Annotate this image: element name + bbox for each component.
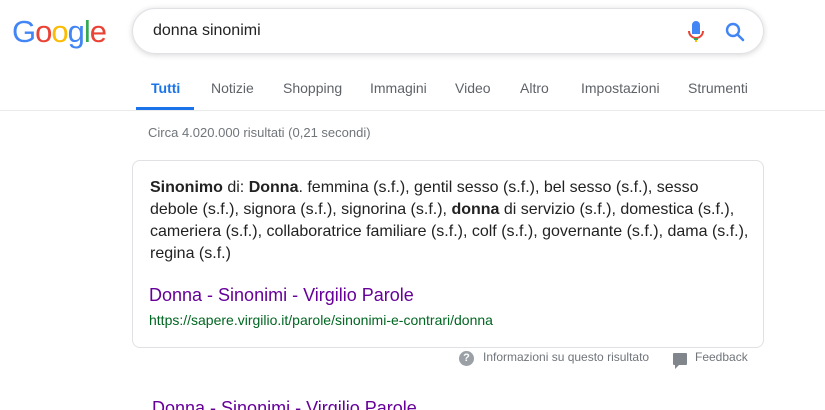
tab-altro[interactable]: Altro — [520, 80, 549, 96]
feedback-link[interactable]: Feedback — [695, 350, 748, 364]
feedback-icon[interactable] — [673, 353, 687, 369]
snippet-bold-term: Sinonimo — [150, 179, 223, 196]
mic-icon[interactable] — [685, 20, 707, 44]
google-logo[interactable]: Google — [12, 14, 107, 50]
result-title-link[interactable]: Donna - Sinonimi - Virgilio Parole — [149, 285, 414, 306]
snippet-text: Sinonimo di: Donna. femmina (s.f.), gent… — [150, 177, 750, 265]
logo-letter: o — [51, 14, 68, 49]
search-input[interactable]: donna sinonimi — [153, 22, 261, 40]
next-result-title[interactable]: Donna - Sinonimi - Virgilio Parole — [152, 398, 417, 410]
logo-letter: o — [35, 14, 52, 49]
tab-video[interactable]: Video — [455, 80, 491, 96]
search-box[interactable]: donna sinonimi — [132, 8, 764, 54]
featured-snippet: Sinonimo di: Donna. femmina (s.f.), gent… — [132, 160, 764, 348]
search-icon[interactable] — [723, 20, 747, 44]
logo-letter: G — [12, 14, 36, 49]
tab-impostazioni[interactable]: Impostazioni — [581, 80, 660, 96]
help-icon[interactable]: ? — [459, 351, 474, 366]
tab-tutti[interactable]: Tutti — [151, 80, 180, 96]
tab-notizie[interactable]: Notizie — [211, 80, 254, 96]
tab-immagini[interactable]: Immagini — [370, 80, 427, 96]
about-result-link[interactable]: Informazioni su questo risultato — [483, 350, 649, 364]
result-stats: Circa 4.020.000 risultati (0,21 secondi) — [148, 125, 371, 140]
logo-letter: g — [67, 14, 85, 49]
snippet-bold-inline: donna — [451, 201, 500, 218]
snippet-bold-word: Donna — [248, 179, 299, 196]
tab-strumenti[interactable]: Strumenti — [688, 80, 748, 96]
result-url[interactable]: https://sapere.virgilio.it/parole/sinoni… — [149, 312, 493, 328]
tab-shopping[interactable]: Shopping — [283, 80, 342, 96]
snippet-prefix: di: — [222, 179, 249, 196]
active-tab-indicator — [136, 107, 194, 110]
logo-letter: e — [89, 14, 107, 49]
tab-bar: Tutti Notizie Shopping Immagini Video Al… — [0, 70, 825, 111]
